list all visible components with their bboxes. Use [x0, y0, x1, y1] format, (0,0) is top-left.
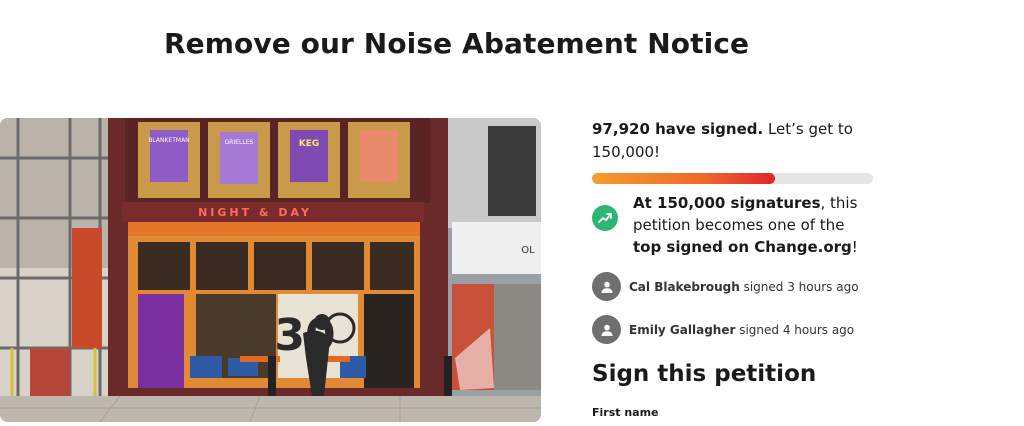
- milestone-text: At 150,000 signatures, this petition bec…: [633, 192, 873, 258]
- storefront-illustration: BLANKETMAN GRIELLES KEG NIGHT & DAY 30: [0, 118, 541, 422]
- sign-petition-heading: Sign this petition: [592, 361, 817, 387]
- poster-3-text: KEG: [299, 139, 320, 149]
- poster-2-text: GRIELLES: [225, 139, 254, 146]
- petition-title: Remove our Noise Abatement Notice: [164, 27, 750, 60]
- milestone-top: top signed on Change.org: [633, 238, 852, 256]
- poster-1-text: BLANKETMAN: [148, 137, 189, 144]
- signed-count: 97,920 have signed.: [592, 120, 764, 138]
- petition-photo: BLANKETMAN GRIELLES KEG NIGHT & DAY 30: [0, 118, 541, 422]
- neighbor-sign: OL: [521, 245, 535, 256]
- milestone-lead: At 150,000 signatures: [633, 194, 821, 212]
- recent-signer: Cal Blakebrough signed 3 hours ago: [592, 272, 882, 301]
- trending-up-icon: [592, 205, 618, 231]
- milestone-end: !: [851, 238, 858, 256]
- signature-progress-fill: [592, 173, 775, 184]
- poster-3: [290, 130, 328, 182]
- signature-count: 97,920 have signed. Let’s get to 150,000…: [592, 118, 882, 164]
- poster-4: [360, 130, 398, 182]
- user-avatar-icon: [592, 315, 621, 344]
- signature-progress-bar: [592, 173, 873, 184]
- first-name-label: First name: [592, 406, 659, 419]
- signer-name: Emily Gallagher: [629, 322, 736, 337]
- signer-time: signed 3 hours ago: [739, 279, 859, 294]
- signer-time: signed 4 hours ago: [735, 322, 855, 337]
- user-avatar-icon: [592, 272, 621, 301]
- signer-name: Cal Blakebrough: [629, 279, 740, 294]
- signer-text: Emily Gallagher signed 4 hours ago: [629, 323, 854, 337]
- venue-sign: NIGHT & DAY: [198, 206, 312, 219]
- petition-sidebar: 97,920 have signed. Let’s get to 150,000…: [592, 118, 882, 344]
- milestone-notice: At 150,000 signatures, this petition bec…: [592, 192, 882, 258]
- recent-signer: Emily Gallagher signed 4 hours ago: [592, 315, 882, 344]
- signer-text: Cal Blakebrough signed 3 hours ago: [629, 280, 859, 294]
- petition-page: Remove our Noise Abatement Notice BLANKE…: [0, 0, 1024, 426]
